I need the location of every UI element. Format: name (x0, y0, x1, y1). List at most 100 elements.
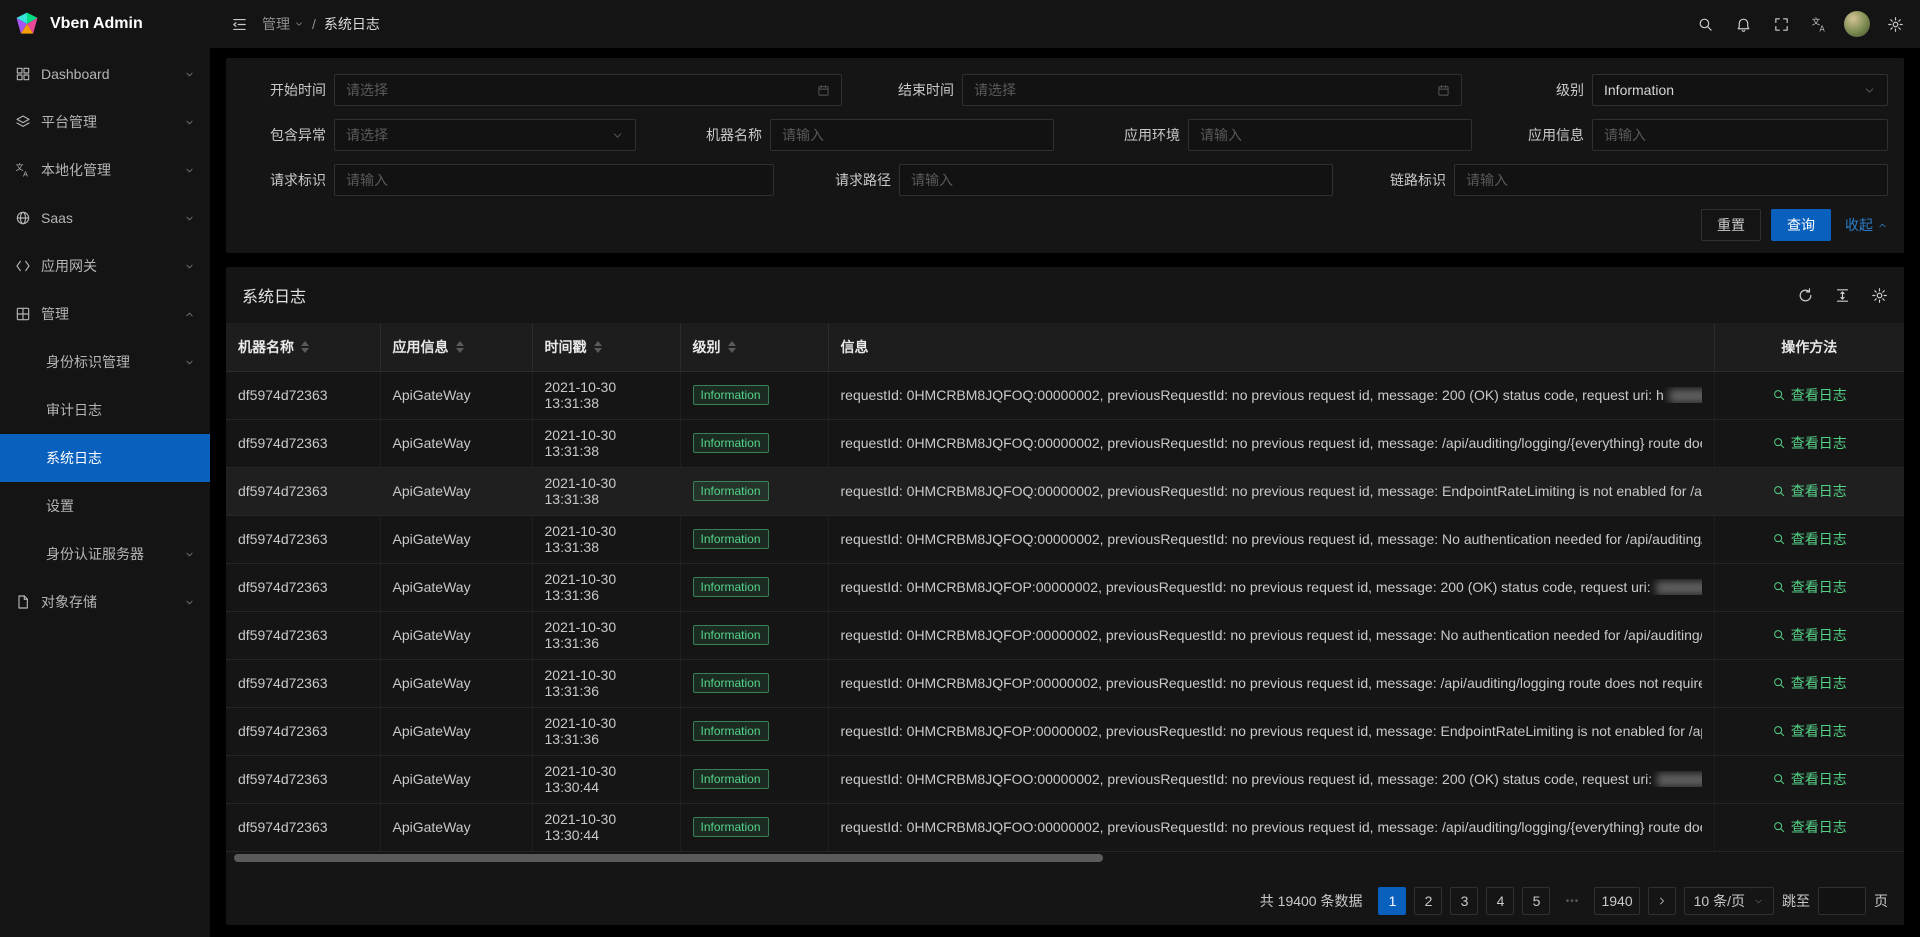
search-icon (1772, 580, 1786, 594)
cell-action: 查看日志 (1714, 371, 1904, 419)
logo[interactable]: Vben Admin (0, 0, 210, 48)
settings-button[interactable] (1876, 0, 1914, 48)
sidebar-collapse-icon[interactable] (224, 0, 254, 48)
sidebar-item-label: 身份标识管理 (46, 352, 184, 372)
page-button-1940[interactable]: 1940 (1594, 887, 1639, 915)
request-path-input[interactable] (899, 164, 1333, 196)
table-toolbar (1797, 287, 1888, 304)
cell-action: 查看日志 (1714, 803, 1904, 851)
refresh-icon[interactable] (1797, 287, 1814, 304)
level-badge: Information (693, 673, 769, 693)
sort-icon[interactable] (456, 341, 464, 353)
page-button-3[interactable]: 3 (1450, 887, 1478, 915)
cell-action: 查看日志 (1714, 563, 1904, 611)
query-button[interactable]: 查询 (1771, 209, 1831, 241)
sidebar-item-app-gateway[interactable]: 应用网关 (0, 242, 210, 290)
table-settings-icon[interactable] (1871, 287, 1888, 304)
page-jump-input[interactable] (1818, 887, 1866, 915)
field-label: 包含异常 (242, 125, 334, 145)
column-header-level[interactable]: 级别 (680, 323, 828, 371)
user-avatar-button[interactable] (1838, 0, 1876, 48)
notification-button[interactable] (1724, 0, 1762, 48)
end-time-picker[interactable]: 请选择 (962, 74, 1462, 106)
sort-icon[interactable] (301, 341, 309, 353)
page-button-5[interactable]: 5 (1522, 887, 1550, 915)
sidebar-item-dashboard[interactable]: Dashboard (0, 50, 210, 98)
content: 开始时间请选择结束时间请选择级别Information包含异常请选择机器名称应用… (210, 48, 1920, 937)
view-log-button[interactable]: 查看日志 (1772, 577, 1847, 597)
avatar (1844, 11, 1870, 37)
sidebar-item-identity-management[interactable]: 身份标识管理 (0, 338, 210, 386)
cell-action: 查看日志 (1714, 755, 1904, 803)
view-log-button[interactable]: 查看日志 (1772, 721, 1847, 741)
cell-level: Information (680, 515, 828, 563)
sidebar-item-auth-server[interactable]: 身份认证服务器 (0, 530, 210, 578)
app-env-input[interactable] (1188, 119, 1472, 151)
sidebar-item-object-storage[interactable]: 对象存储 (0, 578, 210, 626)
table-row: df5974d72363ApiGateWay2021-10-30 13:31:3… (226, 371, 1904, 419)
sort-icon[interactable] (728, 341, 736, 353)
settings-icon (1887, 16, 1904, 33)
horizontal-scrollbar[interactable] (229, 854, 1901, 862)
field-label: 机器名称 (678, 125, 770, 145)
view-log-button[interactable]: 查看日志 (1772, 673, 1847, 693)
trace-id-input[interactable] (1454, 164, 1888, 196)
translate-button[interactable]: 文A (1800, 0, 1838, 48)
sidebar-item-saas[interactable]: Saas (0, 194, 210, 242)
request-id-input[interactable] (334, 164, 774, 196)
view-log-button[interactable]: 查看日志 (1772, 625, 1847, 645)
view-log-button[interactable]: 查看日志 (1772, 769, 1847, 789)
view-log-button[interactable]: 查看日志 (1772, 385, 1847, 405)
sidebar-item-settings[interactable]: 设置 (0, 482, 210, 530)
field-label: 请求标识 (242, 170, 334, 190)
view-log-button[interactable]: 查看日志 (1772, 529, 1847, 549)
app-info-input[interactable] (1592, 119, 1888, 151)
sidebar-item-system-log[interactable]: 系统日志 (0, 434, 210, 482)
cell-timestamp: 2021-10-30 13:31:36 (532, 707, 680, 755)
view-log-button[interactable]: 查看日志 (1772, 433, 1847, 453)
sidebar-item-localization-management[interactable]: 文A本地化管理 (0, 146, 210, 194)
breadcrumb-item-admin[interactable]: 管理 (262, 14, 304, 34)
include-exception-select[interactable]: 请选择 (334, 119, 636, 151)
breadcrumb-item-current: 系统日志 (324, 14, 380, 34)
column-header-timestamp[interactable]: 时间戳 (532, 323, 680, 371)
collapse-form-button[interactable]: 收起 (1845, 215, 1888, 235)
cell-timestamp: 2021-10-30 13:31:38 (532, 515, 680, 563)
reset-button[interactable]: 重置 (1701, 209, 1761, 241)
field-label: 应用环境 (1096, 125, 1188, 145)
sidebar-item-audit-log[interactable]: 审计日志 (0, 386, 210, 434)
page-button-1[interactable]: 1 (1378, 887, 1406, 915)
field-label: 应用信息 (1514, 125, 1592, 145)
cell-app-info: ApiGateWay (380, 659, 532, 707)
page-size-select[interactable]: 10 条/页 (1684, 887, 1774, 915)
page-button-4[interactable]: 4 (1486, 887, 1514, 915)
search-button[interactable] (1686, 0, 1724, 48)
column-header-machine-name[interactable]: 机器名称 (226, 323, 380, 371)
pagination: 共 19400 条数据 12345•••1940 10 条/页 跳至 页 (226, 879, 1904, 925)
column-header-app-info[interactable]: 应用信息 (380, 323, 532, 371)
level-select[interactable]: Information (1592, 74, 1888, 106)
next-page-button[interactable] (1648, 887, 1676, 915)
view-log-button[interactable]: 查看日志 (1772, 481, 1847, 501)
scrollbar-thumb[interactable] (234, 854, 1103, 862)
level-badge: Information (693, 433, 769, 453)
cell-machine-name: df5974d72363 (226, 659, 380, 707)
cell-machine-name: df5974d72363 (226, 467, 380, 515)
sort-icon[interactable] (594, 341, 602, 353)
view-log-button[interactable]: 查看日志 (1772, 817, 1847, 837)
fullscreen-icon (1773, 16, 1790, 33)
cell-app-info: ApiGateWay (380, 371, 532, 419)
sidebar-item-platform-management[interactable]: 平台管理 (0, 98, 210, 146)
fullscreen-button[interactable] (1762, 0, 1800, 48)
start-time-picker[interactable]: 请选择 (334, 74, 842, 106)
cell-timestamp: 2021-10-30 13:31:36 (532, 563, 680, 611)
form-field-trace-id: 链路标识 (1362, 164, 1888, 196)
chevron-up-icon (1877, 220, 1888, 231)
table-row: df5974d72363ApiGateWay2021-10-30 13:31:3… (226, 515, 1904, 563)
column-height-icon[interactable] (1834, 287, 1851, 304)
page-button-2[interactable]: 2 (1414, 887, 1442, 915)
sidebar: Vben Admin Dashboard平台管理文A本地化管理Saas应用网关管… (0, 0, 210, 937)
cell-message: requestId: 0HMCRBM8JQFOQ:00000002, previ… (828, 419, 1714, 467)
sidebar-item-admin[interactable]: 管理 (0, 290, 210, 338)
machine-name-input[interactable] (770, 119, 1054, 151)
